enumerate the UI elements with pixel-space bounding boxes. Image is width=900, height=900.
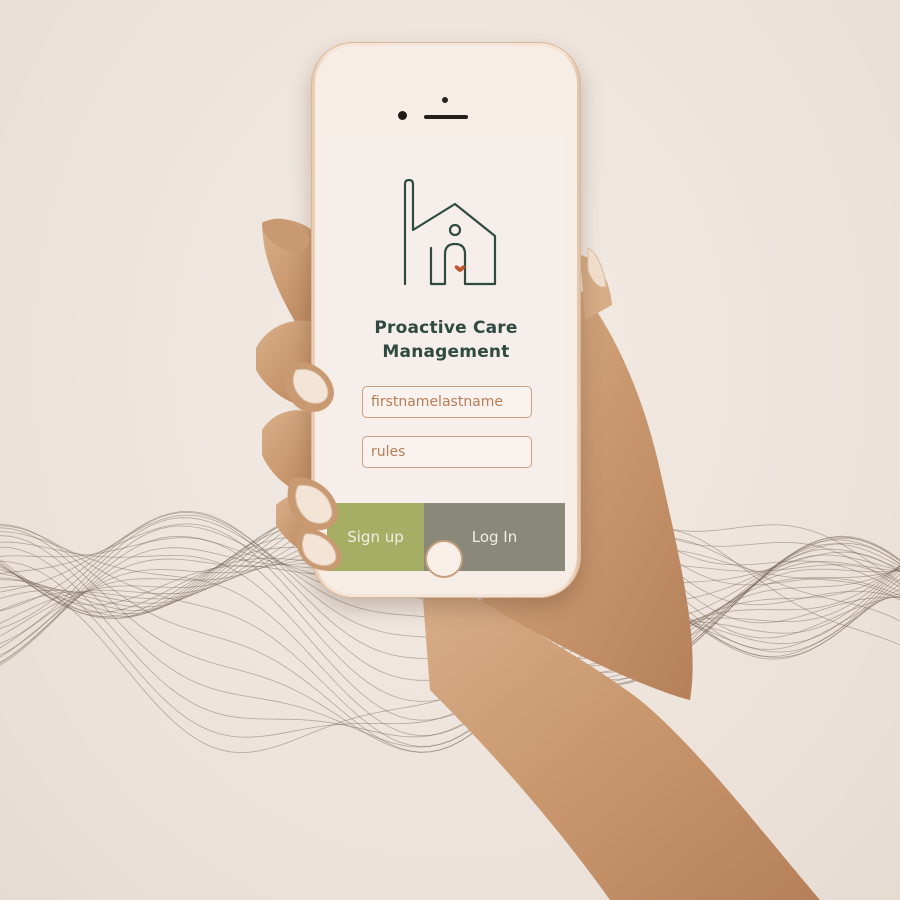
earpiece-speaker (424, 115, 468, 119)
smartphone-frame: Proactive Care Management firstnamelastn… (311, 42, 581, 598)
sign-up-button[interactable]: Sign up (327, 503, 424, 571)
username-input[interactable]: firstnamelastname (362, 386, 532, 418)
home-button[interactable] (425, 540, 463, 578)
app-title-line-1: Proactive Care (374, 318, 518, 338)
house-with-person-heart-icon (403, 178, 497, 286)
app-title-line-2: Management (382, 342, 510, 362)
password-input[interactable]: rules (362, 436, 532, 468)
front-camera (398, 111, 407, 120)
scene: Proactive Care Management firstnamelastn… (0, 0, 900, 900)
app-screen: Proactive Care Management firstnamelastn… (327, 136, 565, 571)
proximity-sensor (442, 97, 448, 103)
